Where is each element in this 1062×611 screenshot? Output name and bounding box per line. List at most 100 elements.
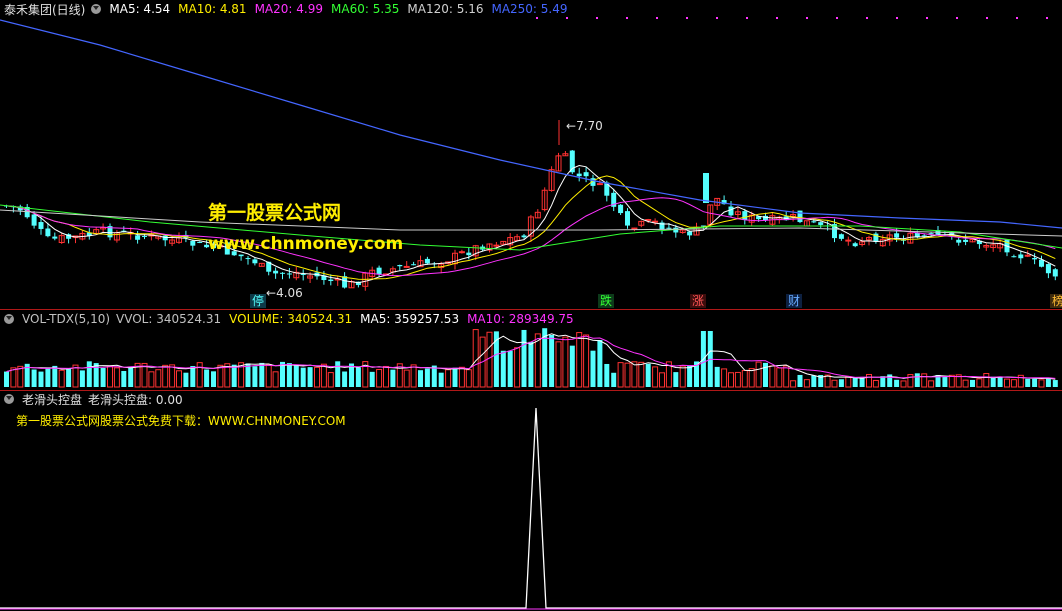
marker-dot <box>806 17 808 19</box>
volume-bar <box>376 369 383 388</box>
indicator-line <box>0 407 1062 609</box>
watermark-title: 第一股票公式网 <box>208 202 342 224</box>
label-0: MA5: 4.54 <box>109 2 171 16</box>
marker-dot <box>626 17 628 19</box>
volume-bar <box>728 372 734 388</box>
volume-bar <box>355 367 361 387</box>
volume-bar <box>52 365 58 387</box>
volume-bar <box>486 331 493 388</box>
volume-bar <box>176 370 182 388</box>
volume-bar <box>121 370 127 387</box>
volume-bar <box>342 371 348 387</box>
candle-body <box>45 228 51 237</box>
ma250-line <box>0 19 1062 229</box>
volume-bar <box>604 363 610 387</box>
volume-bar <box>1010 379 1017 388</box>
volume-bar <box>4 371 9 387</box>
candle-body <box>466 252 472 256</box>
volume-indicator-name[interactable]: VOL-TDX(5,10) <box>22 312 110 326</box>
volume-bar <box>10 367 17 388</box>
event-tag-rise[interactable]: 涨 <box>690 294 707 308</box>
volume-bar <box>410 364 417 388</box>
candle-body <box>397 265 403 267</box>
label-3: MA10: 289349.75 <box>467 312 574 326</box>
candle-body <box>625 211 630 226</box>
volume-bar <box>424 368 430 387</box>
candle-body <box>703 173 709 203</box>
volume-bar <box>314 366 320 388</box>
volume-bar <box>1038 379 1045 388</box>
low-price-marker: ←4.06 <box>266 286 303 300</box>
indicator-chart[interactable] <box>0 390 1062 611</box>
volume-bar <box>894 379 900 387</box>
volume-bar <box>265 364 272 388</box>
price-panel[interactable]: 泰禾集团(日线) MA5: 4.54 MA10: 4.81 MA20: 4.99 MA… <box>0 0 1062 310</box>
candle-body <box>424 258 430 264</box>
marker-dot <box>896 17 898 19</box>
candle-body <box>652 220 659 223</box>
candle-body <box>742 211 748 220</box>
candle-body <box>818 222 824 225</box>
volume-bar <box>872 379 879 388</box>
volume-bar <box>327 372 334 388</box>
volume-bar <box>673 372 679 387</box>
candle-body <box>38 222 44 229</box>
label-0: VVOL: 340524.31 <box>116 312 222 326</box>
candle-body <box>845 239 852 242</box>
candle-body <box>921 235 927 237</box>
volume-bar <box>445 369 452 388</box>
marker-dot <box>986 17 988 19</box>
volume-bar <box>390 369 396 387</box>
candlestick-chart[interactable] <box>0 0 1062 310</box>
event-tag-suspend[interactable]: 停 <box>250 294 267 308</box>
volume-bar <box>631 361 638 388</box>
marker-dot <box>1016 17 1018 19</box>
watermark-url: www.chnmoney.com <box>208 234 404 254</box>
candle-body <box>811 221 817 223</box>
event-tag-ranking[interactable]: 榜 <box>1050 294 1062 308</box>
candle-body <box>31 214 37 226</box>
volume-bar <box>624 362 631 388</box>
volume-bar <box>528 341 534 387</box>
event-tag-fall[interactable]: 跌 <box>598 294 615 308</box>
volume-bar <box>942 376 948 387</box>
indicator-menu-icon[interactable] <box>4 314 14 324</box>
volume-bar <box>418 370 423 387</box>
volume-bar <box>824 374 831 388</box>
stock-name[interactable]: 泰禾集团(日线) <box>4 1 85 18</box>
volume-bar <box>617 362 624 388</box>
volume-bar <box>31 369 37 387</box>
volume-bar <box>900 380 907 388</box>
volume-bar <box>983 373 990 388</box>
volume-bar <box>721 368 728 388</box>
volume-bar <box>948 374 955 388</box>
indicator-panel[interactable]: 老滑头控盘 老滑头控盘: 0.00 第一股票公式网股票公式免费下载：WWW.CH… <box>0 390 1062 611</box>
candle-body <box>1011 256 1017 258</box>
event-tag-finance[interactable]: 财 <box>786 294 803 308</box>
volume-bar <box>659 372 665 388</box>
candle-body <box>411 264 417 266</box>
volume-panel-header: VOL-TDX(5,10) VVOL: 340524.31 VOLUME: 340… <box>4 311 582 327</box>
candle-body <box>286 273 292 275</box>
candle-body <box>1039 259 1044 267</box>
volume-bar <box>866 373 872 388</box>
volume-bar <box>38 371 44 387</box>
volume-bar <box>679 365 686 388</box>
volume-bar <box>776 367 783 388</box>
volume-bar <box>576 332 583 388</box>
volume-bar <box>500 350 506 387</box>
candle-body <box>963 239 969 242</box>
indicator-name[interactable]: 老滑头控盘 <box>22 391 82 408</box>
high-price-marker: ←7.70 <box>566 119 603 133</box>
indicator-menu-icon[interactable] <box>4 394 14 404</box>
volume-bar <box>86 361 92 387</box>
volume-bar <box>320 363 327 388</box>
volume-bar <box>217 364 224 388</box>
volume-bar <box>769 365 776 388</box>
volume-panel[interactable]: VOL-TDX(5,10) VVOL: 340524.31 VOLUME: 340… <box>0 310 1062 390</box>
volume-bar <box>549 334 555 387</box>
volume-bar <box>286 363 292 387</box>
candle-body <box>894 233 900 238</box>
indicator-menu-icon[interactable] <box>91 4 102 14</box>
indicator-panel-header: 老滑头控盘 老滑头控盘: 0.00 <box>4 391 191 407</box>
